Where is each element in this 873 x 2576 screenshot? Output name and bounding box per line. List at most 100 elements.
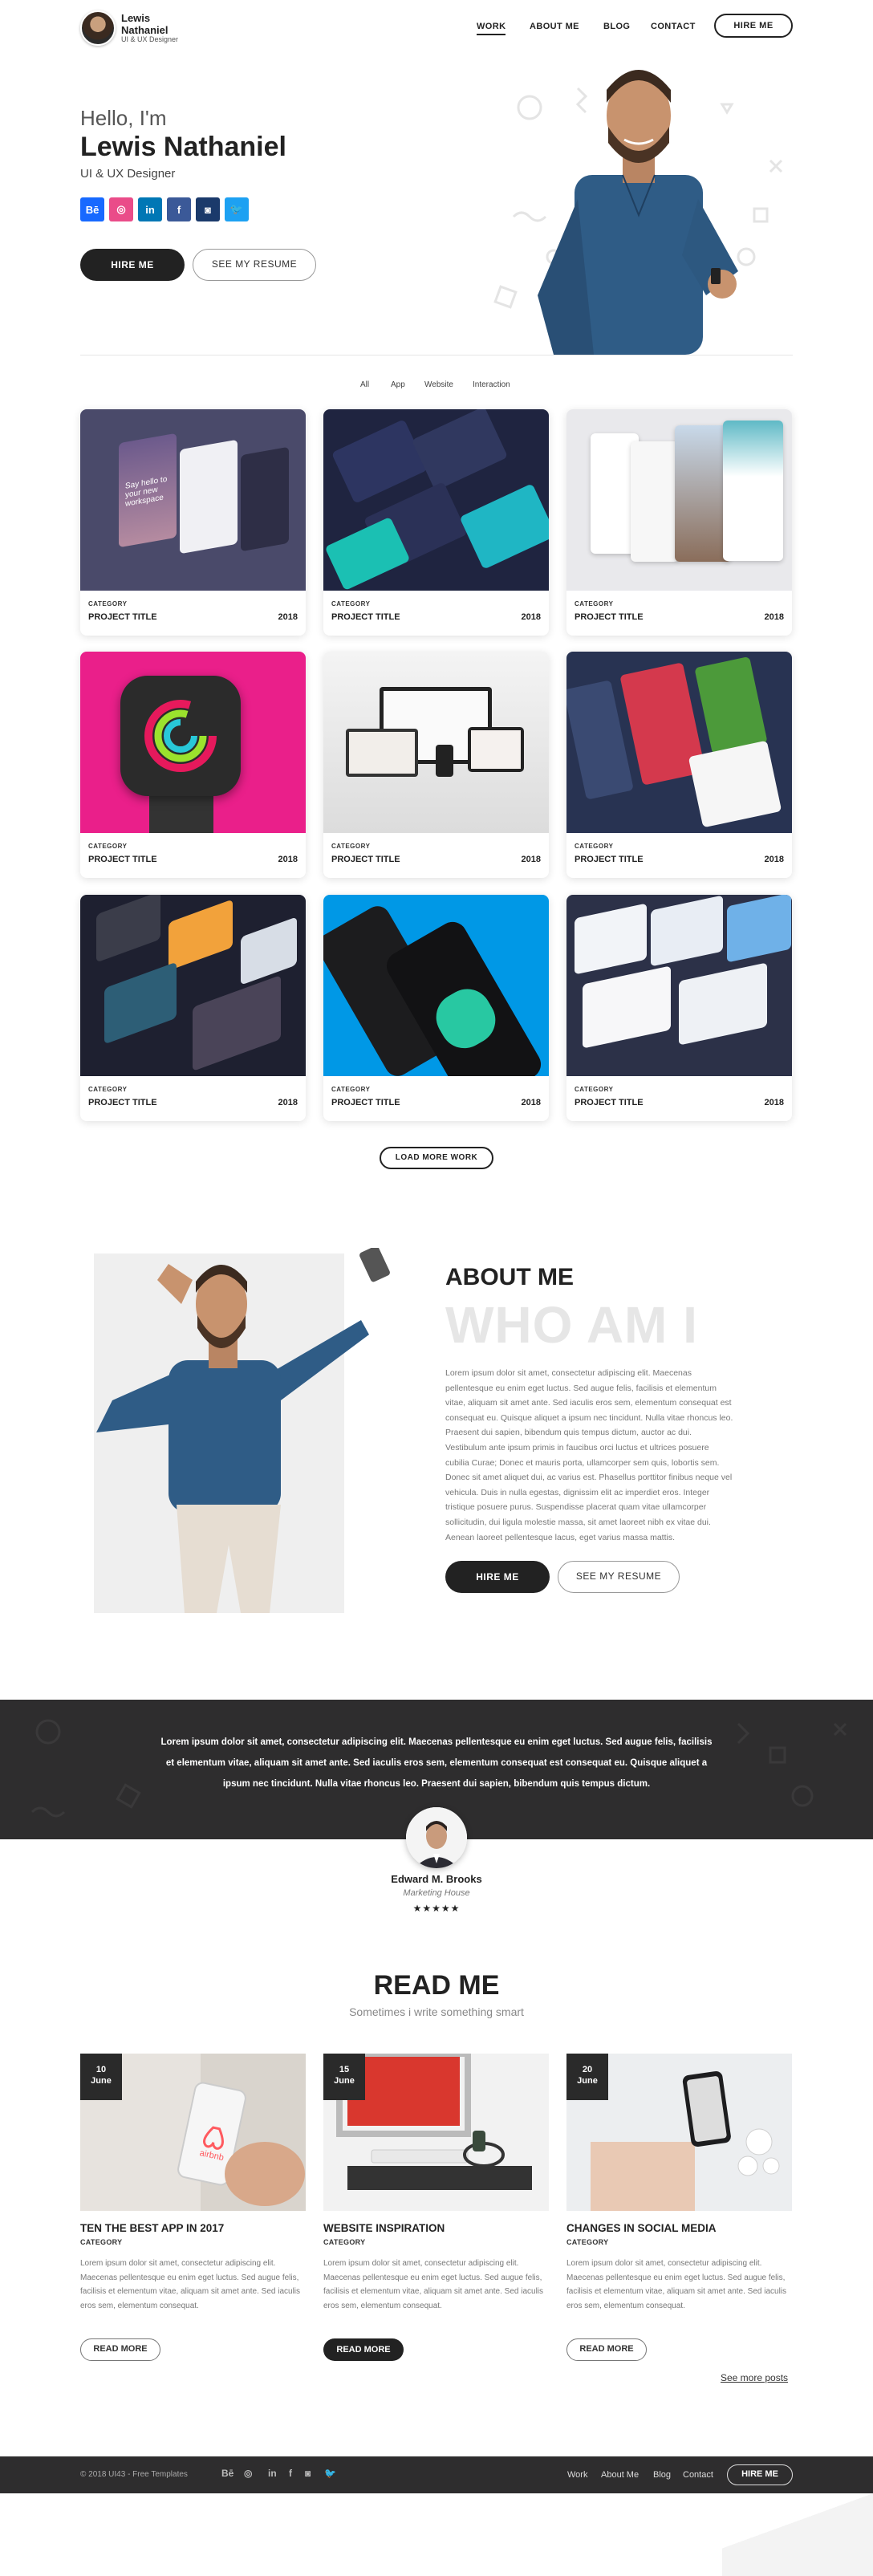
- project-thumbnail: [566, 895, 792, 1076]
- post-title[interactable]: WEBSITE INSPIRATION: [323, 2222, 445, 2234]
- post-excerpt: Lorem ipsum dolor sit amet, consectetur …: [80, 2259, 301, 2310]
- project-card[interactable]: CATEGORY PROJECT TITLE 2018: [566, 895, 792, 1121]
- project-thumbnail: [323, 409, 549, 591]
- post-month: June: [334, 2076, 355, 2086]
- project-screen: [575, 903, 647, 975]
- footer-nav-work[interactable]: Work: [567, 2470, 587, 2480]
- hero-portrait: [538, 70, 738, 355]
- nav-about[interactable]: ABOUT ME: [530, 22, 579, 31]
- device-laptop: [346, 729, 418, 777]
- avatar[interactable]: [80, 10, 116, 46]
- load-more-button[interactable]: LOAD MORE WORK: [380, 1147, 493, 1169]
- project-screen: [727, 895, 791, 963]
- project-year: 2018: [521, 612, 541, 622]
- footer-facebook-icon[interactable]: f: [289, 2468, 292, 2479]
- hero-hire-button[interactable]: HIRE ME: [80, 249, 185, 281]
- post-date-badge: 10 June: [80, 2054, 122, 2100]
- footer-dribbble-icon[interactable]: ◎: [244, 2468, 252, 2479]
- about-portrait: [96, 1248, 390, 1613]
- blog-subheading: Sometimes i write something smart: [349, 2005, 524, 2018]
- project-thumbnail: [80, 652, 306, 833]
- logo-role: UI & UX Designer: [121, 35, 179, 43]
- project-card[interactable]: CATEGORY PROJECT TITLE 2018: [323, 652, 549, 878]
- about-big-heading: WHO AM I: [445, 1296, 698, 1354]
- filter-website[interactable]: Website: [424, 380, 453, 389]
- post-excerpt: Lorem ipsum dolor sit amet, consectetur …: [323, 2259, 544, 2310]
- project-card[interactable]: CATEGORY PROJECT TITLE 2018: [80, 652, 306, 878]
- instagram-icon[interactable]: ◙: [196, 197, 220, 221]
- testimonial-name: Edward M. Brooks: [391, 1873, 482, 1885]
- twitter-icon[interactable]: 🐦: [225, 197, 249, 221]
- about-text: Lorem ipsum dolor sit amet, consectetur …: [445, 1368, 733, 1542]
- footer-nav-contact[interactable]: Contact: [683, 2470, 713, 2480]
- post-month: June: [91, 2076, 112, 2086]
- project-category: CATEGORY: [88, 1086, 128, 1093]
- filter-all[interactable]: All: [360, 380, 369, 389]
- project-screen: [241, 916, 297, 985]
- about-hire-button[interactable]: HIRE ME: [445, 1561, 550, 1593]
- filter-interaction[interactable]: Interaction: [473, 380, 510, 389]
- project-screen: Say hello to your new workspace: [119, 433, 177, 548]
- read-more-button[interactable]: READ MORE: [80, 2338, 160, 2361]
- footer-instagram-icon[interactable]: ◙: [305, 2468, 311, 2479]
- nav-blog[interactable]: BLOG: [603, 22, 630, 31]
- hero-name: Lewis Nathaniel: [80, 132, 286, 162]
- project-card[interactable]: CATEGORY PROJECT TITLE 2018: [80, 895, 306, 1121]
- project-thumbnail: [323, 895, 549, 1076]
- post-month: June: [577, 2076, 598, 2086]
- nav-work[interactable]: WORK: [477, 22, 506, 35]
- twitter-glyph: 🐦: [229, 203, 244, 215]
- hero-resume-button[interactable]: SEE MY RESUME: [193, 249, 316, 281]
- footer-behance-icon[interactable]: Bē: [221, 2468, 233, 2479]
- project-screen: [104, 961, 177, 1045]
- project-card[interactable]: Say hello to your new workspace CATEGORY…: [80, 409, 306, 636]
- filter-app[interactable]: App: [391, 380, 405, 389]
- dribbble-glyph: ◎: [116, 203, 126, 215]
- project-screen: [459, 483, 549, 570]
- footer-twitter-icon[interactable]: 🐦: [324, 2468, 336, 2479]
- read-more-button[interactable]: READ MORE: [323, 2338, 404, 2361]
- project-card[interactable]: CATEGORY PROJECT TITLE 2018: [566, 652, 792, 878]
- project-category: CATEGORY: [575, 1086, 614, 1093]
- footer-linkedin-icon[interactable]: in: [268, 2468, 277, 2479]
- header-hire-button[interactable]: HIRE ME: [714, 14, 793, 38]
- project-card[interactable]: CATEGORY PROJECT TITLE 2018: [323, 895, 549, 1121]
- dribbble-icon[interactable]: ◎: [109, 197, 133, 221]
- project-category: CATEGORY: [331, 1086, 371, 1093]
- logo-name[interactable]: Lewis Nathaniel: [121, 12, 193, 36]
- footer-hire-button[interactable]: HIRE ME: [727, 2464, 793, 2485]
- footer-nav-blog[interactable]: Blog: [653, 2470, 671, 2480]
- project-screen: [241, 446, 289, 552]
- facebook-icon[interactable]: f: [167, 197, 191, 221]
- post-category: CATEGORY: [323, 2238, 366, 2246]
- project-year: 2018: [278, 855, 298, 864]
- project-card[interactable]: CATEGORY PROJECT TITLE 2018: [323, 409, 549, 636]
- project-card[interactable]: CATEGORY PROJECT TITLE 2018: [566, 409, 792, 636]
- behance-icon[interactable]: Bē: [80, 197, 104, 221]
- behance-glyph: Bē: [85, 203, 99, 216]
- nav-contact[interactable]: CONTACT: [651, 22, 696, 31]
- see-more-posts-link[interactable]: See more posts: [721, 2372, 788, 2383]
- post-date-badge: 20 June: [566, 2054, 608, 2100]
- device-phone: [436, 745, 453, 777]
- facebook-glyph: f: [177, 203, 181, 216]
- post-title[interactable]: CHANGES IN SOCIAL MEDIA: [566, 2222, 717, 2234]
- project-year: 2018: [521, 855, 541, 864]
- hero-role: UI & UX Designer: [80, 167, 176, 181]
- project-thumbnail: [323, 652, 549, 833]
- project-title: PROJECT TITLE: [88, 855, 157, 864]
- footer-nav-about[interactable]: About Me: [601, 2470, 639, 2480]
- project-category: CATEGORY: [331, 600, 371, 607]
- hero-divider: [80, 355, 793, 356]
- project-category: CATEGORY: [575, 600, 614, 607]
- read-more-button[interactable]: READ MORE: [566, 2338, 647, 2361]
- about-resume-button[interactable]: SEE MY RESUME: [558, 1561, 680, 1593]
- project-title: PROJECT TITLE: [88, 612, 157, 622]
- project-year: 2018: [521, 1098, 541, 1107]
- project-year: 2018: [764, 855, 784, 864]
- testimonial-rating: ★★★★★: [412, 1903, 461, 1914]
- linkedin-icon[interactable]: in: [138, 197, 162, 221]
- post-title[interactable]: TEN THE BEST APP IN 2017: [80, 2222, 224, 2234]
- post-excerpt: Lorem ipsum dolor sit amet, consectetur …: [566, 2259, 787, 2310]
- project-screen: [694, 656, 768, 755]
